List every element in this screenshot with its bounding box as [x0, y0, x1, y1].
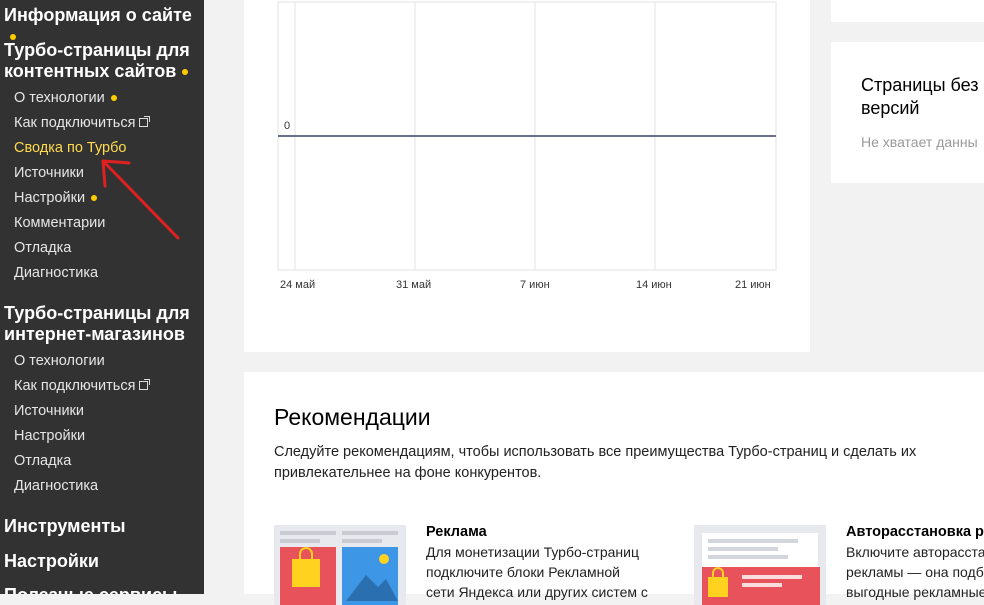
sidebar-item-settings[interactable]: Настройки — [14, 189, 98, 207]
card-text-ads: Для монетизации Турбо-страниц подключите… — [426, 544, 648, 600]
sidebar-item-shop-about-tech[interactable]: О технологии — [14, 352, 105, 370]
sidebar-item-diagnostics[interactable]: Диагностика — [14, 264, 98, 282]
auto-ads-illustration — [694, 525, 826, 605]
card-title-ads[interactable]: Реклама — [426, 524, 487, 540]
sidebar-turbo-shop[interactable]: Турбо-страницы для интернет-магазинов — [4, 303, 200, 345]
card-subtitle: Не хватает данны — [861, 134, 978, 150]
sidebar-item-debug[interactable]: Отладка — [14, 239, 71, 257]
sidebar-item-sources[interactable]: Источники — [14, 164, 84, 182]
sidebar-useful-services[interactable]: Полезные сервисы — [4, 585, 200, 594]
card-title-auto-ads[interactable]: Авторасстановка ре — [846, 524, 984, 540]
x-tick-label: 21 июн — [735, 279, 771, 291]
sidebar-item-about-tech[interactable]: О технологии — [14, 89, 117, 107]
sidebar: Информация о сайте Турбо-страницы для ко… — [0, 0, 204, 594]
sidebar-turbo-content[interactable]: Турбо-страницы для контентных сайтов — [4, 40, 200, 82]
card-title: Страницы без версий — [861, 75, 979, 118]
external-link-icon — [139, 115, 151, 127]
top-right-panel — [831, 0, 984, 22]
recommendations-panel: Рекомендации Следуйте рекомендациям, что… — [244, 372, 984, 605]
external-link-icon — [139, 378, 151, 390]
status-dot — [182, 69, 189, 76]
recommendations-description: Следуйте рекомендациям, чтобы использова… — [274, 444, 917, 481]
x-tick-label: 24 май — [280, 279, 316, 291]
chart-panel: 0 24 май 31 май 7 июн 14 июн 21 июн — [244, 0, 810, 352]
pages-without-versions-card: Страницы без версий Не хватает данны — [831, 42, 984, 183]
card-text-auto-ads: Включите авторасста рекламы — она подб в… — [846, 544, 984, 600]
x-tick-label: 14 июн — [636, 279, 672, 291]
status-dot — [110, 95, 117, 102]
sidebar-item-how-connect[interactable]: Как подключиться — [14, 114, 151, 132]
sidebar-item-shop-sources[interactable]: Источники — [14, 402, 84, 420]
sidebar-item-shop-settings[interactable]: Настройки — [14, 427, 85, 445]
sidebar-item-shop-debug[interactable]: Отладка — [14, 452, 71, 470]
y-tick-label: 0 — [284, 120, 291, 132]
sidebar-tools[interactable]: Инструменты — [4, 516, 200, 537]
status-dot — [91, 195, 98, 202]
sidebar-item-shop-how-connect[interactable]: Как подключиться — [14, 377, 151, 395]
sidebar-settings[interactable]: Настройки — [4, 551, 200, 572]
sidebar-item-shop-diagnostics[interactable]: Диагностика — [14, 477, 98, 495]
x-tick-label: 31 май — [396, 279, 432, 291]
ads-illustration — [274, 525, 406, 605]
chart — [277, 1, 777, 271]
x-tick-label: 7 июн — [520, 279, 550, 291]
sidebar-item-turbo-summary[interactable]: Сводка по Турбо — [14, 139, 126, 157]
recommendations-title: Рекомендации — [274, 404, 431, 430]
sidebar-item-comments[interactable]: Комментарии — [14, 214, 105, 232]
